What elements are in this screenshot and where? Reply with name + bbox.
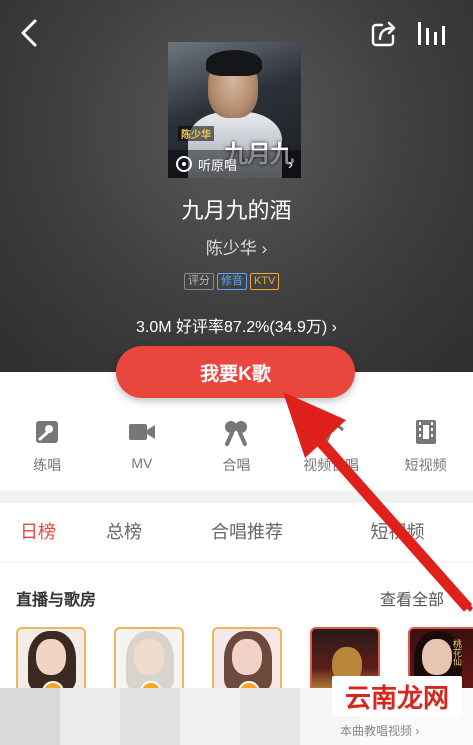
practice-icon	[33, 418, 61, 446]
action-label: 视频合唱	[303, 457, 360, 473]
short-video-icon	[412, 418, 440, 446]
sing-karaoke-button[interactable]: 我要K歌	[116, 346, 355, 398]
tab-daily[interactable]: 日榜	[0, 503, 76, 562]
listen-original-label: 听原唱	[198, 157, 238, 173]
action-label: 合唱	[222, 457, 251, 473]
action-video-duet[interactable]: 视频合唱	[284, 408, 379, 488]
duet-icon	[222, 418, 250, 446]
view-all-link[interactable]: 查看全部	[380, 586, 444, 610]
share-button[interactable]	[368, 18, 400, 50]
bar-chart-icon	[418, 22, 445, 45]
ranking-tabs: 日榜 总榜 合唱推荐 短视频	[0, 503, 473, 563]
tab-all-time[interactable]: 总榜	[76, 503, 172, 562]
tag-score: 评分	[184, 273, 214, 290]
back-button[interactable]	[14, 16, 48, 50]
action-practice[interactable]: 练唱	[0, 408, 95, 488]
listen-original-button[interactable]: 听原唱 ›	[168, 150, 301, 178]
pixel-block	[180, 688, 240, 745]
song-stats[interactable]: 3.0M 好评率87.2%(34.9万) ›	[0, 313, 473, 337]
chevron-left-icon	[21, 19, 37, 47]
video-duet-icon	[317, 418, 345, 446]
tag-ktv: KTV	[250, 273, 280, 290]
section-divider	[0, 491, 473, 503]
disc-icon	[176, 156, 192, 172]
action-label: 练唱	[33, 457, 62, 473]
live-room-card[interactable]	[212, 627, 282, 697]
action-row: 练唱 MV 合唱 视频合唱 短视频	[0, 408, 473, 488]
live-section-header: 直播与歌房 查看全部	[0, 578, 473, 614]
pixel-block	[60, 688, 120, 745]
cover-figure-hair	[206, 50, 262, 76]
room-avatar-face	[36, 639, 66, 675]
room-avatar-face	[134, 639, 164, 675]
action-mv[interactable]: MV	[95, 408, 190, 488]
action-duet[interactable]: 合唱	[189, 408, 284, 488]
tutorial-video-link[interactable]: 本曲教唱视频 ›	[340, 722, 419, 739]
share-icon	[371, 21, 396, 47]
action-short-video[interactable]: 短视频	[378, 408, 473, 488]
live-section-title: 直播与歌房	[16, 592, 97, 609]
album-cover[interactable]: 陈少华 九月九 听原唱 ›	[168, 42, 301, 178]
tag-tuning: 修音	[217, 273, 247, 290]
pixel-block	[0, 688, 60, 745]
pixel-block	[240, 688, 300, 745]
artist-link[interactable]: 陈少华 ›	[0, 234, 473, 259]
tab-short-video[interactable]: 短视频	[322, 503, 473, 562]
cover-artist-text: 陈少华	[178, 126, 214, 141]
watermark-logo: 云南龙网	[332, 676, 462, 716]
action-label: MV	[131, 455, 153, 471]
room-title-text: 桃花仙	[451, 639, 461, 666]
chevron-right-icon: ›	[288, 155, 293, 173]
live-room-card[interactable]	[114, 627, 184, 697]
action-label: 短视频	[404, 457, 447, 473]
song-title: 九月九的酒	[181, 198, 292, 223]
video-camera-icon	[128, 418, 156, 446]
live-room-card[interactable]	[16, 627, 86, 697]
song-tags: 评分 修音 KTV	[184, 273, 280, 290]
song-header: 陈少华 九月九 听原唱 › 九月九的酒 陈少华 › 评分 修音 KTV 3.0M…	[0, 0, 473, 372]
room-avatar-face	[232, 639, 262, 675]
room-avatar-face	[422, 639, 452, 675]
chart-button[interactable]	[414, 18, 448, 50]
tab-duet-recommend[interactable]: 合唱推荐	[172, 503, 322, 562]
pixel-block	[120, 688, 180, 745]
